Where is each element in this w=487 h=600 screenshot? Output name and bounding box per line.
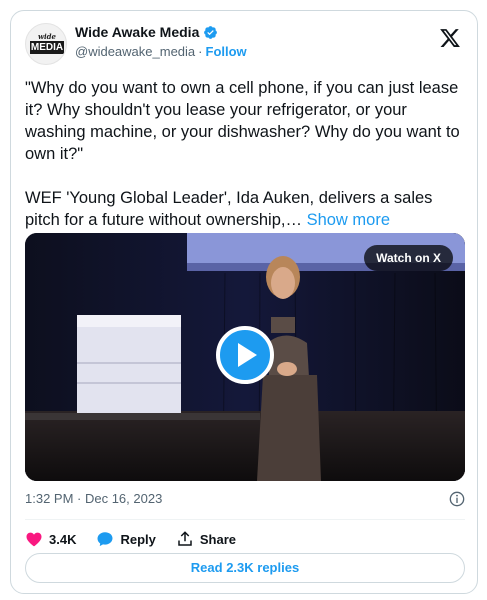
tweet-text: "Why do you want to own a cell phone, if… (25, 77, 465, 231)
watch-on-x-button[interactable]: Watch on X (364, 245, 453, 271)
tweet-quote: "Why do you want to own a cell phone, if… (25, 79, 460, 163)
heart-icon (26, 532, 42, 547)
handle[interactable]: @wideawake_media (75, 44, 195, 59)
avatar-logo-bottom: MEDIA (30, 41, 64, 54)
read-replies-button[interactable]: Read 2.3K replies (25, 553, 465, 583)
verified-badge-icon (204, 25, 218, 39)
tweet-card[interactable]: wide awake MEDIA Wide Awake Media @widea… (10, 10, 478, 594)
play-button[interactable] (216, 326, 274, 384)
x-logo-icon[interactable] (439, 27, 461, 49)
name-row: Wide Awake Media (75, 24, 218, 40)
share-label: Share (199, 531, 237, 547)
handle-row: @wideawake_media · Follow (75, 44, 247, 59)
display-name[interactable]: Wide Awake Media (75, 24, 199, 40)
like-button[interactable]: 3.4K (25, 530, 76, 548)
share-button[interactable]: Share (176, 530, 236, 548)
share-icon (178, 531, 192, 546)
info-icon[interactable] (449, 491, 465, 507)
tweet-meta: 1:32 PM · Dec 16, 2023 (25, 491, 465, 509)
avatar[interactable]: wide awake MEDIA (25, 23, 67, 65)
play-icon (238, 343, 257, 367)
tweet-body-paragraph: WEF 'Young Global Leader', Ida Auken, de… (25, 187, 465, 231)
timestamp[interactable]: 1:32 PM · Dec 16, 2023 (25, 491, 162, 506)
tweet-header: wide awake MEDIA Wide Awake Media @widea… (25, 23, 463, 69)
reply-button[interactable]: Reply (96, 530, 156, 548)
divider (25, 519, 465, 520)
like-count: 3.4K (49, 531, 77, 547)
follow-button[interactable]: Follow (206, 44, 247, 59)
reply-icon (97, 532, 113, 547)
reply-label: Reply (120, 531, 156, 547)
action-bar: 3.4K Reply Share (25, 527, 256, 551)
video-player[interactable]: Watch on X (25, 233, 465, 481)
handle-separator: · (198, 44, 203, 59)
show-more-link[interactable]: Show more (307, 211, 390, 229)
